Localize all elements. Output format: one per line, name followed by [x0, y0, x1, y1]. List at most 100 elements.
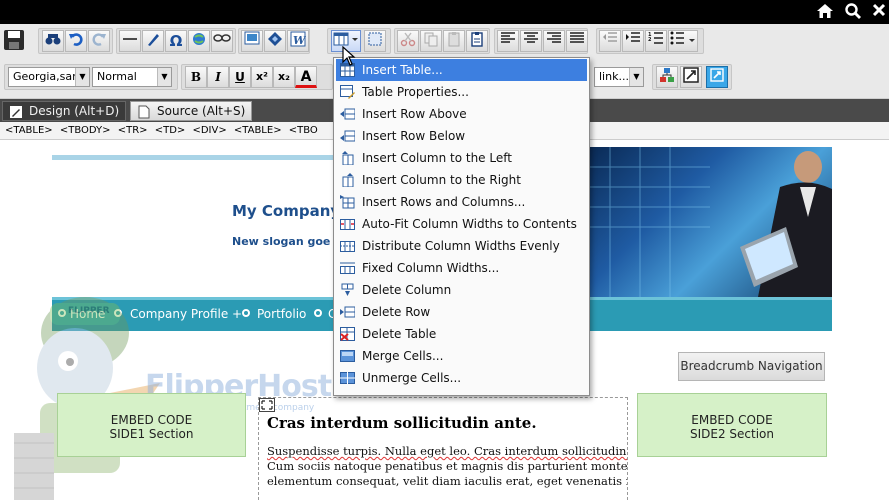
search-icon[interactable]: [843, 2, 863, 22]
insert-link-globe-icon[interactable]: [188, 30, 210, 52]
insert-column-left-icon: [342, 151, 354, 165]
fixed-columns-icon: [340, 262, 355, 274]
tab-source-label: Source (Alt+S): [157, 104, 246, 118]
resize-handle-icon[interactable]: [259, 398, 275, 412]
outdent-icon[interactable]: [599, 30, 621, 52]
menu-item-delete-table[interactable]: Delete Table: [336, 323, 587, 345]
menu-item-insert-table[interactable]: Insert Table...: [336, 59, 587, 81]
menu-item-label: Delete Row: [362, 305, 431, 319]
paste-from-word-icon[interactable]: W: [287, 30, 309, 52]
find-icon[interactable]: [42, 30, 64, 52]
close-icon[interactable]: [869, 2, 889, 22]
source-page-icon: [138, 105, 150, 119]
menu-item-delete-row[interactable]: Delete Row: [336, 301, 587, 323]
delete-table-icon: [340, 327, 355, 341]
paragraph-style-value: Normal: [97, 70, 137, 83]
article-line: elementum consequat, velit diam iaculis …: [267, 474, 628, 488]
menu-item-label: Insert Row Below: [362, 129, 466, 143]
menu-item-label: Unmerge Cells...: [362, 371, 462, 385]
menu-item-insert-row-above[interactable]: Insert Row Above: [336, 103, 587, 125]
menu-item-insert-column-right[interactable]: Insert Column to the Right: [336, 169, 587, 191]
align-left-icon[interactable]: [497, 30, 519, 52]
distribute-columns-icon: [340, 241, 355, 252]
horizontal-rule-icon[interactable]: [119, 30, 141, 52]
delete-row-icon: [340, 306, 355, 318]
menu-item-unmerge-cells[interactable]: Unmerge Cells...: [336, 367, 587, 389]
align-center-icon[interactable]: [520, 30, 542, 52]
remove-link-icon[interactable]: [211, 30, 233, 52]
header-banner-image: [590, 147, 832, 297]
bold-button[interactable]: B: [185, 66, 207, 88]
menu-item-label: Insert Column to the Left: [362, 151, 512, 165]
flash-icon[interactable]: [264, 30, 286, 52]
nav-item-portfolio[interactable]: Portfolio: [257, 307, 306, 321]
show-borders-icon[interactable]: [364, 30, 386, 52]
insert-column-right-icon: [342, 173, 354, 187]
breadcrumb-navigation-button[interactable]: Breadcrumb Navigation: [678, 352, 825, 381]
align-right-icon[interactable]: [543, 30, 565, 52]
svg-text:2: 2: [648, 37, 652, 43]
menu-item-insert-rows-columns[interactable]: Insert Rows and Columns...: [336, 191, 587, 213]
company-name: My Company: [232, 202, 341, 220]
underline-button[interactable]: U: [229, 66, 251, 88]
bullet-list-icon[interactable]: [668, 30, 698, 52]
image-icon[interactable]: [241, 30, 263, 52]
insert-template-icon[interactable]: [656, 66, 678, 88]
menu-item-table-properties[interactable]: Table Properties...: [336, 81, 587, 103]
paste-icon[interactable]: [443, 30, 465, 52]
tab-design[interactable]: Design (Alt+D): [2, 101, 126, 121]
indent-icon[interactable]: [622, 30, 644, 52]
menu-item-label: Insert Column to the Right: [362, 173, 521, 187]
italic-button[interactable]: I: [207, 66, 229, 88]
save-icon[interactable]: [3, 29, 25, 51]
svg-text:W: W: [293, 34, 306, 47]
redo-icon[interactable]: [88, 30, 110, 52]
menu-item-insert-column-left[interactable]: Insert Column to the Left: [336, 147, 587, 169]
paste-text-icon[interactable]: [466, 30, 488, 52]
font-color-button[interactable]: A: [295, 66, 317, 88]
mascot-cap-text: FLIPPER: [68, 306, 110, 316]
copy-icon[interactable]: [420, 30, 442, 52]
undo-icon[interactable]: [65, 30, 87, 52]
flipper-mascot-icon: [14, 297, 160, 500]
menu-item-distribute-columns[interactable]: Distribute Column Widths Evenly: [336, 235, 587, 257]
side2-line2: SIDE2 Section: [689, 427, 774, 441]
menu-item-fixed-columns[interactable]: Fixed Column Widths...: [336, 257, 587, 279]
article-line: Cum sociis natoque penatibus et magnis d…: [267, 459, 628, 473]
design-pencil-icon: [10, 106, 22, 118]
tab-source[interactable]: Source (Alt+S): [130, 101, 252, 121]
paragraph-style-select[interactable]: Normal ▼: [92, 67, 172, 87]
insert-row-below-icon: [340, 130, 355, 142]
special-character-icon[interactable]: Ω: [165, 30, 187, 52]
menu-item-label: Insert Table...: [362, 63, 443, 77]
anchor-icon[interactable]: [142, 30, 164, 52]
menu-item-merge-cells[interactable]: Merge Cells...: [336, 345, 587, 367]
cut-icon[interactable]: [397, 30, 419, 52]
numbered-list-icon[interactable]: 12: [645, 30, 667, 52]
preview-icon[interactable]: [680, 66, 702, 88]
fullscreen-icon[interactable]: [706, 66, 728, 88]
chevron-down-icon: ▼: [75, 68, 89, 86]
subscript-button[interactable]: x₂: [273, 66, 295, 88]
delete-column-icon: [341, 283, 354, 296]
company-slogan: New slogan goe: [232, 235, 331, 248]
font-family-select[interactable]: Georgia,san ▼: [8, 67, 90, 87]
menu-item-autofit-columns[interactable]: Auto-Fit Column Widths to Contents: [336, 213, 587, 235]
home-icon[interactable]: [815, 2, 835, 22]
menu-item-delete-column[interactable]: Delete Column: [336, 279, 587, 301]
superscript-button[interactable]: x²: [251, 66, 273, 88]
embed-code-side1[interactable]: EMBED CODE SIDE1 Section: [57, 393, 246, 457]
link-select[interactable]: link... ▼: [594, 67, 644, 87]
table-properties-icon: [340, 85, 355, 99]
menu-item-label: Auto-Fit Column Widths to Contents: [362, 217, 577, 231]
mouse-cursor-icon: [342, 45, 356, 66]
embed-code-side2[interactable]: EMBED CODE SIDE2 Section: [637, 393, 827, 457]
main-article-cell[interactable]: Cras interdum sollicitudin ante. Suspend…: [258, 397, 628, 500]
nav-bullet-icon: [314, 309, 322, 317]
menu-item-insert-row-below[interactable]: Insert Row Below: [336, 125, 587, 147]
font-family-value: Georgia,san: [13, 70, 80, 83]
nav-bullet-icon: [242, 309, 250, 317]
align-justify-icon[interactable]: [566, 30, 588, 52]
table-dropdown-menu: Insert Table... Table Properties... Inse…: [333, 57, 590, 396]
menu-item-label: Fixed Column Widths...: [362, 261, 500, 275]
